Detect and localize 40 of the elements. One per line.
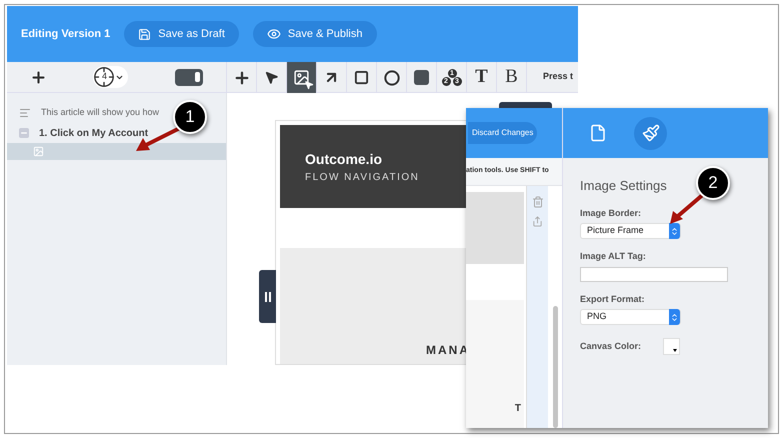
updown-icon: [669, 309, 680, 325]
panel-handle[interactable]: [259, 270, 276, 323]
updown-icon: [669, 223, 680, 239]
toolbar-hint: Press t: [543, 70, 574, 84]
image-icon: [33, 146, 44, 157]
save-icon: [138, 28, 152, 40]
bold-tool-label: B: [505, 65, 518, 90]
field-label: Export Format:: [580, 292, 646, 306]
paragraph-icon: [19, 107, 31, 119]
field-label: Image Border:: [580, 206, 642, 220]
step-count-control[interactable]: 4: [93, 66, 128, 88]
input-field[interactable]: [580, 266, 728, 282]
color-swatch[interactable]: [663, 338, 680, 355]
step-title[interactable]: 1. Click on My Account: [39, 126, 148, 140]
preview-label: MANA: [426, 342, 470, 359]
field-label: Image ALT Tag:: [580, 250, 647, 263]
plus-icon: [232, 68, 250, 86]
pointer-icon: [264, 70, 279, 85]
panel-tab[interactable]: [634, 116, 667, 150]
filled-square-icon: [414, 70, 429, 85]
settings-title: Image Settings: [580, 177, 667, 195]
intro-text[interactable]: This article will show you how: [41, 106, 160, 120]
eye-icon: [266, 27, 281, 41]
square-icon: [354, 70, 369, 85]
brush-icon: [642, 124, 660, 142]
document-icon: [588, 124, 606, 142]
select-field[interactable]: Picture Frame: [580, 223, 681, 239]
image-row[interactable]: [7, 143, 226, 160]
circle-icon: [384, 70, 400, 86]
header-title: Editing Version 1: [21, 26, 110, 42]
header-button[interactable]: Save & Publish: [252, 21, 376, 47]
add-icon[interactable]: [30, 68, 48, 86]
text-tool-label: T: [475, 65, 488, 90]
select-field[interactable]: PNG: [580, 309, 681, 325]
discard-button[interactable]: Discard Changes: [468, 122, 538, 144]
header-button[interactable]: Save as Draft: [124, 21, 239, 47]
tool-button[interactable]: [287, 62, 317, 93]
toggle[interactable]: [174, 68, 203, 86]
canvas-letter: T: [514, 402, 521, 416]
field-label: Canvas Color:: [580, 340, 642, 353]
